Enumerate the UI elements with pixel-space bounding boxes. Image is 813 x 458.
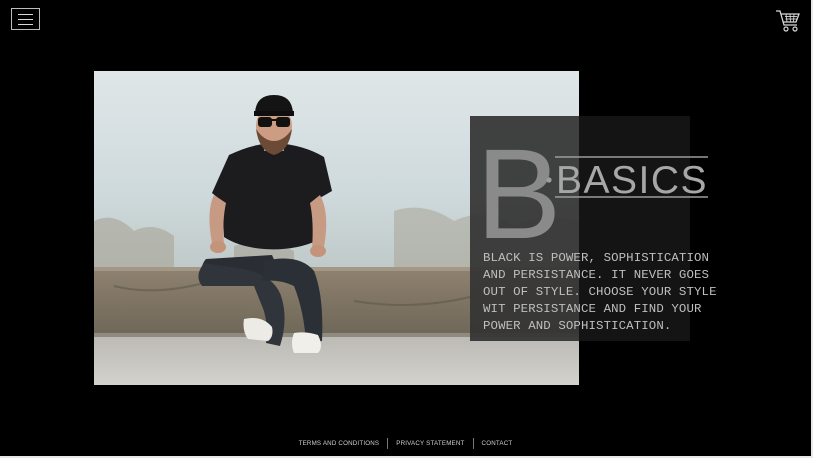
brand-description: BLACK IS POWER, SOPHISTICATION AND PERSI… — [483, 250, 733, 335]
logo-wordmark: BASICS — [556, 159, 708, 202]
hamburger-menu-icon[interactable] — [11, 8, 40, 30]
logo-dot — [546, 177, 552, 183]
basics-logo: B BASICS — [476, 123, 708, 245]
cart-glyph — [776, 10, 800, 32]
description-line: AND PERSISTANCE. IT NEVER GOES — [483, 268, 710, 282]
description-line: WIT PERSISTANCE AND FIND YOUR — [483, 302, 702, 316]
description-line: POWER AND SOPHISTICATION. — [483, 319, 672, 333]
logo-letter: B — [476, 123, 561, 245]
terms-link[interactable]: TERMS AND CONDITIONS — [291, 440, 388, 447]
menu-line — [18, 19, 33, 20]
menu-line — [18, 24, 33, 25]
menu-line — [18, 14, 33, 15]
contact-link[interactable]: CONTACT — [474, 440, 521, 447]
shopping-cart-icon[interactable] — [775, 9, 801, 33]
footer-links: TERMS AND CONDITIONS PRIVACY STATEMENT C… — [0, 436, 811, 450]
description-line: OUT OF STYLE. CHOOSE YOUR STYLE — [483, 285, 717, 299]
description-line: BLACK IS POWER, SOPHISTICATION — [483, 251, 710, 265]
privacy-link[interactable]: PRIVACY STATEMENT — [388, 440, 472, 447]
